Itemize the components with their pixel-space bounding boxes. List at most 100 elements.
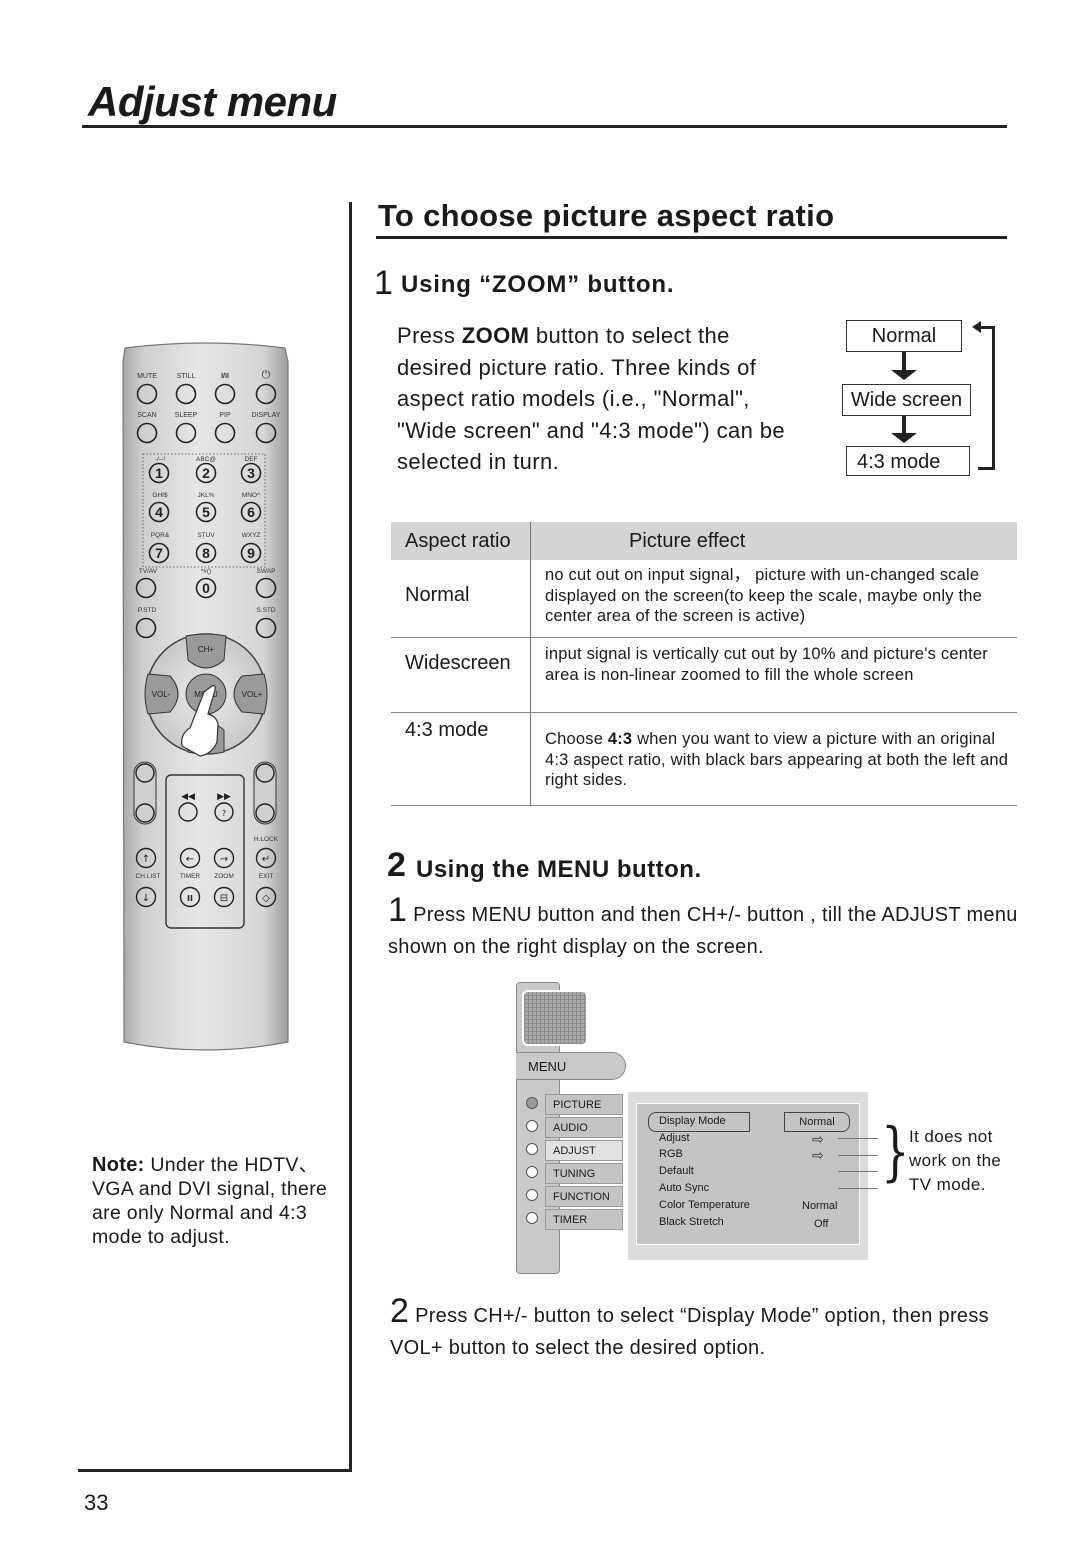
leader-line (838, 1138, 878, 1139)
zoom-instructions: Press ZOOM button to select the desired … (397, 320, 797, 478)
header-aspect-ratio: Aspect ratio (391, 522, 531, 560)
step-title: Using the MENU button. (416, 856, 702, 883)
digit-letters: WXYZ (242, 532, 261, 539)
osd-item-rgb[interactable]: RGB (659, 1148, 859, 1160)
size-icon: ⊟ (220, 893, 228, 904)
osd-item-display-mode[interactable]: Display Mode (659, 1115, 859, 1127)
para-text: Press (397, 323, 462, 348)
radio-dot-icon (526, 1166, 538, 1178)
para-bold-text: ZOOM (461, 323, 530, 348)
digit-letters: *#() (201, 568, 211, 575)
ratio-cell: 4:3 mode (391, 713, 531, 805)
digit-letters: -/--! (155, 456, 165, 463)
page-number: 33 (84, 1490, 109, 1515)
digit-text: 9 (247, 545, 255, 561)
radio-dot-icon (526, 1189, 538, 1201)
digit-text: 8 (202, 545, 210, 561)
osd-item-adjust[interactable]: Adjust (659, 1132, 859, 1144)
rewind-icon: ◀◀ (181, 792, 195, 802)
column-divider (349, 202, 352, 1472)
remote-label-ch-plus: CH+ (198, 645, 215, 654)
digit-text: 5 (202, 504, 210, 520)
flow-box-normal: Normal (846, 320, 962, 352)
substep-1: 1 Press MENU button and then CH+/- butto… (388, 891, 1028, 963)
diamond-icon: ◇ (262, 893, 270, 904)
tv-icon (522, 990, 588, 1046)
remote-label-pstd: P.STD (138, 607, 157, 614)
ratio-cell: Widescreen (391, 638, 531, 712)
digit-text: 6 (247, 504, 255, 520)
right-rocker[interactable] (253, 761, 277, 825)
digit-text: 4 (155, 504, 163, 520)
osd-item-black-stretch[interactable]: Black Stretch (659, 1216, 859, 1228)
remote-label-scan: SCAN (137, 412, 156, 419)
signal-note: Note: Under the HDTV、VGA and DVI signal,… (92, 1153, 352, 1249)
tv-mode-note: It does not work on the TV mode. (909, 1127, 1002, 1194)
digit-text: 2 (202, 465, 210, 481)
remote-label-still: STILL (177, 373, 196, 380)
step-title: Using “ZOOM” button. (401, 271, 675, 298)
osd-tab-tuning[interactable]: TUNING (545, 1163, 623, 1184)
remote-label-zoom: ZOOM (214, 873, 234, 880)
substep-text: Press MENU button and then CH+/- button … (388, 904, 1018, 958)
step-number: 2 (387, 846, 406, 884)
remote-control-illustration: MUTE STILL I/II ⏻ SCAN SLEEP PIP DISPLAY… (122, 342, 289, 1051)
osd-tab-adjust[interactable]: ADJUST (545, 1140, 623, 1161)
pause-icon: II (187, 894, 193, 903)
step-number: 1 (374, 264, 393, 302)
osd-menu-label: MENU (516, 1052, 626, 1080)
table-row: Widescreen input signal is vertically cu… (391, 638, 1017, 713)
leader-line (838, 1171, 878, 1172)
flow-box-43-mode: 4:3 mode (846, 446, 970, 476)
down-arrow-icon (891, 433, 917, 443)
remote-label-hlock: H.LOCK (254, 836, 279, 843)
table-row: 4:3 mode Choose 4:3 when you want to vie… (391, 713, 1017, 806)
osd-item-auto-sync[interactable]: Auto Sync (659, 1182, 859, 1194)
black-stretch-value: Off (814, 1218, 829, 1230)
remote-label-vol-plus: VOL+ (242, 690, 263, 699)
remote-label-mute: MUTE (137, 373, 157, 380)
remote-label-sleep: SLEEP (175, 412, 198, 419)
digit-letters: GHI$ (152, 492, 168, 499)
leader-line (838, 1188, 878, 1189)
substep-text: Press CH+/- button to select “Display Mo… (390, 1305, 989, 1359)
remote-label-sstd: S.STD (256, 607, 275, 614)
digit-letters: MNO^ (242, 492, 261, 499)
osd-tab-audio[interactable]: AUDIO (545, 1117, 623, 1138)
remote-label-i-ii: I/II (221, 373, 229, 380)
section-title: To choose picture aspect ratio (378, 198, 835, 233)
digit-text: 0 (202, 580, 210, 596)
enter-icon: ↵ (262, 854, 270, 865)
osd-item-default[interactable]: Default (659, 1165, 859, 1177)
page-up-down-rocker[interactable] (133, 761, 157, 825)
color-temperature-value: Normal (802, 1200, 838, 1212)
question-icon: ? (222, 809, 226, 818)
digit-text: 3 (247, 465, 255, 481)
remote-label-tvav: TV/AV (139, 568, 158, 575)
radio-dot-icon (526, 1120, 538, 1132)
osd-tab-picture[interactable]: PICTURE (545, 1094, 623, 1115)
remote-label-display: DISPLAY (251, 412, 280, 419)
osd-tab-function[interactable]: FUNCTION (545, 1186, 623, 1207)
remote-label-chlist: CH.LIST (136, 873, 161, 880)
digit-letters: STUV (197, 532, 215, 539)
table-row: Normal no cut out on input signal， pictu… (391, 560, 1017, 638)
arrow-right-icon: ⇨ (812, 1147, 824, 1163)
ratio-cell: Normal (391, 560, 531, 637)
section-divider (376, 236, 1007, 239)
digit-letters: JKL% (198, 492, 215, 499)
osd-tab-timer[interactable]: TIMER (545, 1209, 623, 1230)
substep-number: 2 (390, 1292, 410, 1330)
down-arrow-icon (902, 416, 906, 434)
effect-cell: no cut out on input signal， picture with… (545, 566, 982, 625)
down-arrow-icon (902, 352, 906, 370)
down-arrow-icon (891, 370, 917, 380)
flow-box-widescreen: Wide screen (842, 384, 971, 416)
remote-label-pip: PIP (219, 412, 231, 419)
brace-icon: } (881, 1115, 910, 1189)
table-header: Aspect ratio Picture effect (391, 522, 1017, 560)
substep-number: 1 (388, 891, 408, 929)
loop-back-line (978, 326, 995, 470)
digit-text: 7 (155, 545, 163, 561)
aspect-ratio-table: Aspect ratio Picture effect Normal no cu… (391, 522, 1017, 806)
